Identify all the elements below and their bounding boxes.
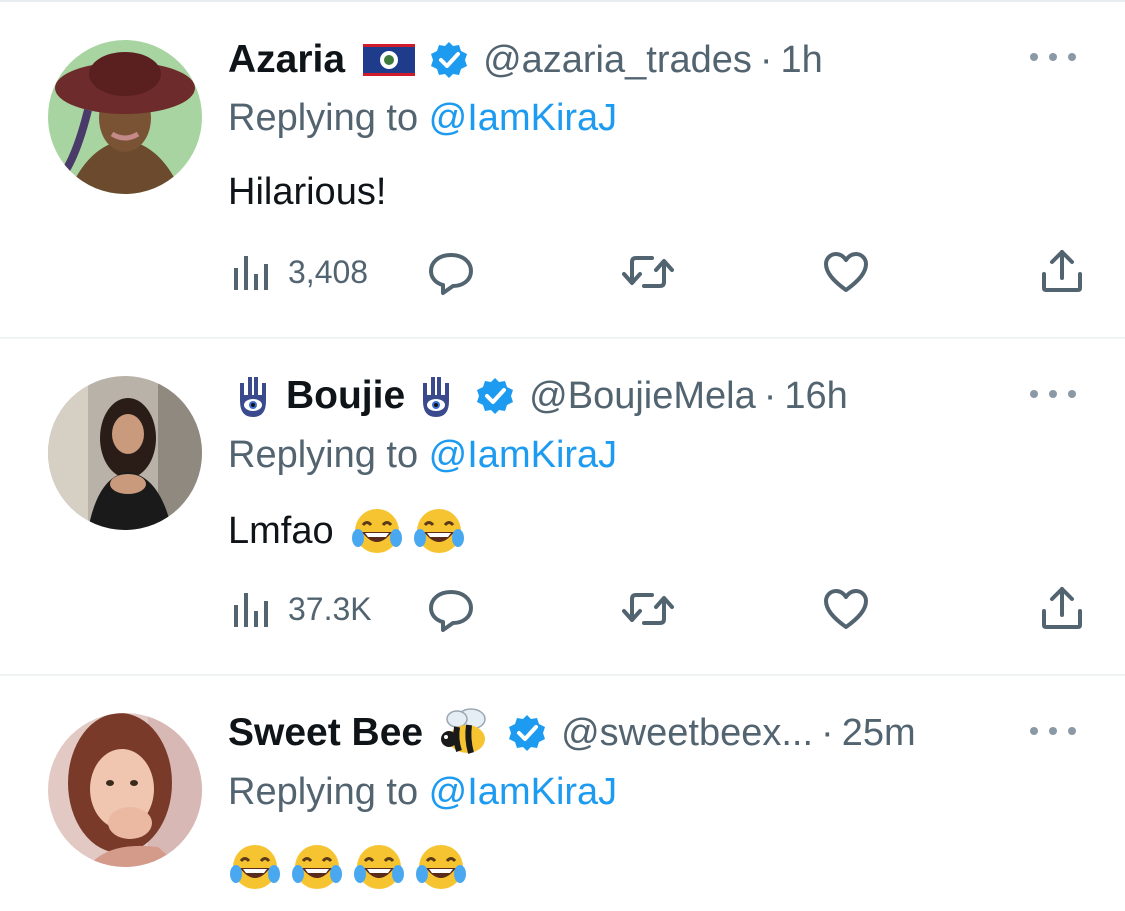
reply-button[interactable]: [426, 250, 476, 296]
bee-icon: [437, 705, 493, 761]
retweet-icon: [622, 256, 674, 288]
share-icon: [1042, 587, 1082, 629]
belize-flag-icon: [363, 44, 416, 76]
mention-link[interactable]: @IamKiraJ: [429, 97, 618, 139]
mention-link[interactable]: @IamKiraJ: [429, 771, 618, 813]
tweet-header: Azaria @azaria_trades · 1h: [228, 35, 823, 85]
retweet-icon: [622, 593, 674, 625]
timestamp[interactable]: 16h: [784, 375, 847, 418]
tweet-header: Boujie @BoujieMela · 16h: [228, 371, 848, 421]
replying-to: Replying to @IamKiraJ: [228, 434, 617, 477]
tweet-actions: 3,408: [228, 248, 1088, 298]
user-handle[interactable]: @azaria_trades: [483, 39, 752, 82]
display-name[interactable]: Boujie: [286, 374, 405, 418]
tweet-body: Hilarious!: [228, 171, 387, 213]
heart-icon: [824, 252, 868, 292]
tweet-text: Lmfao: [228, 504, 474, 558]
laughing-emoji-icon: [414, 840, 468, 894]
retweet-button[interactable]: [620, 252, 676, 292]
heart-icon: [824, 589, 868, 629]
timestamp[interactable]: 1h: [781, 39, 823, 82]
laughing-emoji-icon: [228, 840, 282, 894]
retweet-button[interactable]: [620, 589, 676, 629]
separator-dot: ·: [821, 711, 834, 754]
hamsa-icon: [411, 371, 461, 421]
replying-label: Replying to: [228, 434, 429, 476]
analytics-icon: [234, 593, 268, 627]
verified-badge-icon: [475, 376, 515, 416]
tweet-divider: [0, 674, 1125, 676]
tweet-text: [228, 840, 476, 894]
display-name[interactable]: Sweet Bee: [228, 711, 423, 755]
separator-dot: ·: [759, 38, 773, 81]
laughing-emoji-icon: [352, 840, 406, 894]
verified-badge-icon: [429, 40, 469, 80]
like-button[interactable]: [822, 587, 870, 631]
like-button[interactable]: [822, 250, 870, 294]
tweet-actions: 37.3K: [228, 585, 1088, 635]
reply-icon: [429, 253, 473, 295]
views-count: 3,408: [288, 253, 369, 290]
views-count: 37.3K: [288, 590, 372, 627]
replying-label: Replying to: [228, 97, 429, 139]
mention-link[interactable]: @IamKiraJ: [429, 434, 618, 476]
tweet-text: Hilarious!: [228, 171, 386, 214]
laughing-emoji-icon: [290, 840, 344, 894]
replying-to: Replying to @IamKiraJ: [228, 97, 617, 140]
laughing-emoji-icon: [350, 504, 404, 558]
share-button[interactable]: [1040, 585, 1084, 631]
reply-icon: [429, 590, 473, 632]
avatar[interactable]: [48, 713, 202, 867]
tweet-header: Sweet Bee @sweetbeex... · 25m: [228, 708, 916, 758]
hamsa-icon: [228, 371, 278, 421]
more-options-icon[interactable]: [1030, 384, 1076, 404]
timestamp[interactable]: 25m: [842, 712, 916, 755]
avatar[interactable]: [48, 376, 202, 530]
replying-to: Replying to @IamKiraJ: [228, 771, 617, 814]
views-action[interactable]: 3,408: [228, 252, 368, 292]
replying-label: Replying to: [228, 771, 429, 813]
more-options-icon[interactable]: [1030, 47, 1076, 67]
avatar[interactable]: [48, 40, 202, 194]
verified-badge-icon: [507, 713, 547, 753]
share-button[interactable]: [1040, 248, 1084, 294]
laughing-emoji-icon: [412, 504, 466, 558]
tweet-body: Lmfao: [228, 509, 334, 552]
display-name[interactable]: Azaria: [228, 38, 345, 82]
separator-dot: ·: [763, 374, 777, 417]
more-options-icon[interactable]: [1030, 721, 1076, 741]
tweet-divider: [0, 337, 1125, 339]
analytics-icon: [234, 256, 268, 290]
share-icon: [1042, 250, 1082, 292]
user-handle[interactable]: @sweetbeex...: [561, 712, 813, 755]
reply-button[interactable]: [426, 587, 476, 633]
views-action[interactable]: 37.3K: [228, 589, 372, 629]
user-handle[interactable]: @BoujieMela: [529, 375, 756, 418]
top-divider: [0, 0, 1125, 2]
